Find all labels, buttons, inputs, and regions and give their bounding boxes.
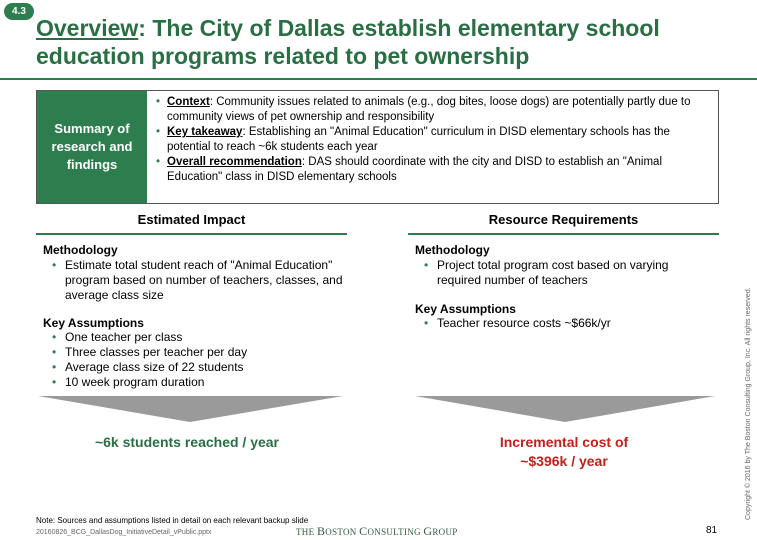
- summary-key: Key takeaway: [167, 126, 243, 138]
- summary-label: Summary of research and findings: [37, 91, 147, 203]
- summary-key: Context: [167, 96, 210, 108]
- impact-assumptions-label: Key Assumptions: [43, 316, 144, 330]
- resources-methodology-label: Methodology: [415, 243, 490, 257]
- impact-heading: Estimated Impact: [137, 212, 246, 227]
- impact-divider: [36, 233, 347, 235]
- title-lead: Overview: [36, 15, 139, 41]
- logo-oston: OSTON: [325, 527, 360, 537]
- bcg-logo: THE BOSTON CONSULTING GROUP: [296, 524, 458, 539]
- list-item: Three classes per teacher per day: [43, 345, 343, 360]
- list-item: Project total program cost based on vary…: [415, 258, 705, 288]
- section-badge: 4.3: [4, 3, 34, 20]
- summary-item: Key takeaway: Establishing an "Animal Ed…: [155, 125, 715, 155]
- impact-result: ~6k students reached / year: [94, 434, 280, 450]
- resources-result: Incremental cost of ~$396k / year: [414, 433, 714, 471]
- file-name: 20160826_BCG_DallasDog_InitiativeDetail_…: [36, 529, 212, 536]
- resources-result-line2: ~$396k / year: [520, 453, 608, 469]
- impact-assumptions-list: One teacher per class Three classes per …: [43, 330, 343, 390]
- list-item: Average class size of 22 students: [43, 360, 343, 375]
- page-number: 81: [706, 525, 718, 536]
- summary-key: Overall recommendation: [167, 156, 302, 168]
- summary-text: Community issues related to animals (e.g…: [167, 96, 691, 123]
- summary-box: Summary of research and findings Context…: [36, 90, 719, 204]
- page-title: Overview: The City of Dallas establish e…: [36, 14, 736, 70]
- list-item: One teacher per class: [43, 330, 343, 345]
- copyright-notice: Copyright © 2016 by The Boston Consultin…: [745, 287, 752, 520]
- resources-assumptions-label: Key Assumptions: [415, 302, 516, 316]
- summary-item: Overall recommendation: DAS should coord…: [155, 155, 715, 185]
- logo-onsulting: ONSULTING: [367, 527, 424, 537]
- logo-g: G: [423, 524, 433, 538]
- resources-divider: [408, 233, 719, 235]
- impact-down-arrow: [38, 396, 343, 422]
- impact-methodology-label: Methodology: [43, 243, 118, 257]
- resources-methodology-list: Project total program cost based on vary…: [415, 258, 705, 288]
- summary-list: Context: Community issues related to ani…: [155, 95, 715, 185]
- logo-the: THE: [296, 527, 317, 537]
- title-divider: [0, 78, 757, 80]
- resources-result-line1: Incremental cost of: [499, 434, 629, 450]
- list-item: Teacher resource costs ~$66k/yr: [415, 316, 705, 331]
- summary-item: Context: Community issues related to ani…: [155, 95, 715, 125]
- impact-methodology-list: Estimate total student reach of "Animal …: [43, 258, 343, 303]
- resources-heading: Resource Requirements: [488, 212, 639, 227]
- logo-roup: ROUP: [432, 527, 458, 537]
- resources-assumptions-list: Teacher resource costs ~$66k/yr: [415, 316, 705, 331]
- footnote: Note: Sources and assumptions listed in …: [36, 516, 309, 525]
- list-item: 10 week program duration: [43, 375, 343, 390]
- list-item: Estimate total student reach of "Animal …: [43, 258, 343, 303]
- resources-down-arrow: [415, 396, 715, 422]
